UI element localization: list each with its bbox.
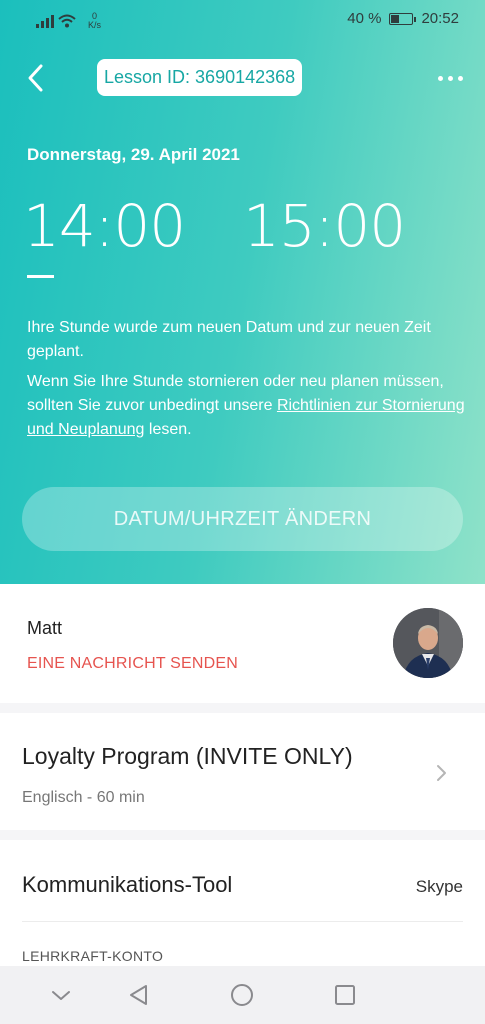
change-datetime-button[interactable]: DATUM/UHRZEIT ÄNDERN (22, 487, 463, 551)
clock: 20:52 (421, 10, 459, 27)
battery-percent: 40 % (347, 10, 382, 27)
teacher-account-label: LEHRKRAFT-KONTO (22, 948, 164, 964)
teacher-card: Matt EINE NACHRICHT SENDEN (0, 584, 485, 703)
scheduled-notice: Ihre Stunde wurde zum neuen Datum und zu… (27, 319, 431, 360)
teacher-avatar[interactable] (393, 608, 463, 678)
time-divider (27, 275, 54, 278)
communication-tool-value: Skype (415, 877, 463, 896)
teacher-name: Matt (27, 618, 63, 638)
net-speed: 0 K/s (88, 12, 101, 30)
more-options-icon[interactable] (438, 66, 470, 90)
back-arrow-icon[interactable] (24, 60, 54, 96)
send-message-link[interactable]: EINE NACHRICHT SENDEN (27, 655, 238, 673)
net-speed-unit: K/s (88, 20, 102, 30)
cancel-policy-suffix: lesen. (144, 421, 192, 438)
back-triangle-icon[interactable] (126, 982, 152, 1008)
status-bar: 0 K/s 40 % 20:52 (0, 8, 485, 34)
end-time: 15:00 (243, 192, 406, 260)
recent-apps-square-icon[interactable] (332, 982, 358, 1008)
divider (22, 921, 463, 922)
chevron-down-icon[interactable] (48, 982, 74, 1008)
lesson-date: Donnerstag, 29. April 2021 (27, 145, 240, 164)
battery-icon (389, 12, 417, 25)
battery-fill (391, 14, 400, 23)
start-time: 14:00 (23, 192, 186, 260)
lesson-header: 0 K/s 40 % 20:52 Lesson ID: 3690142368 Do… (0, 0, 485, 584)
chevron-right-icon (437, 765, 446, 781)
course-title: Loyalty Program (INVITE ONLY) (22, 743, 353, 769)
course-details: Englisch - 60 min (22, 789, 145, 806)
signal-icon (36, 14, 54, 28)
course-card[interactable]: Loyalty Program (INVITE ONLY) Englisch -… (0, 713, 485, 830)
home-circle-icon[interactable] (229, 982, 255, 1008)
wifi-icon (58, 14, 76, 28)
cancel-policy-notice: Wenn Sie Ihre Stunde stornieren oder neu… (27, 370, 467, 442)
communication-tool-label: Kommunikations-Tool (22, 872, 233, 897)
system-nav-bar (0, 966, 485, 1024)
avatar-image (393, 608, 463, 678)
lesson-id-badge: Lesson ID: 3690142368 (97, 59, 303, 96)
